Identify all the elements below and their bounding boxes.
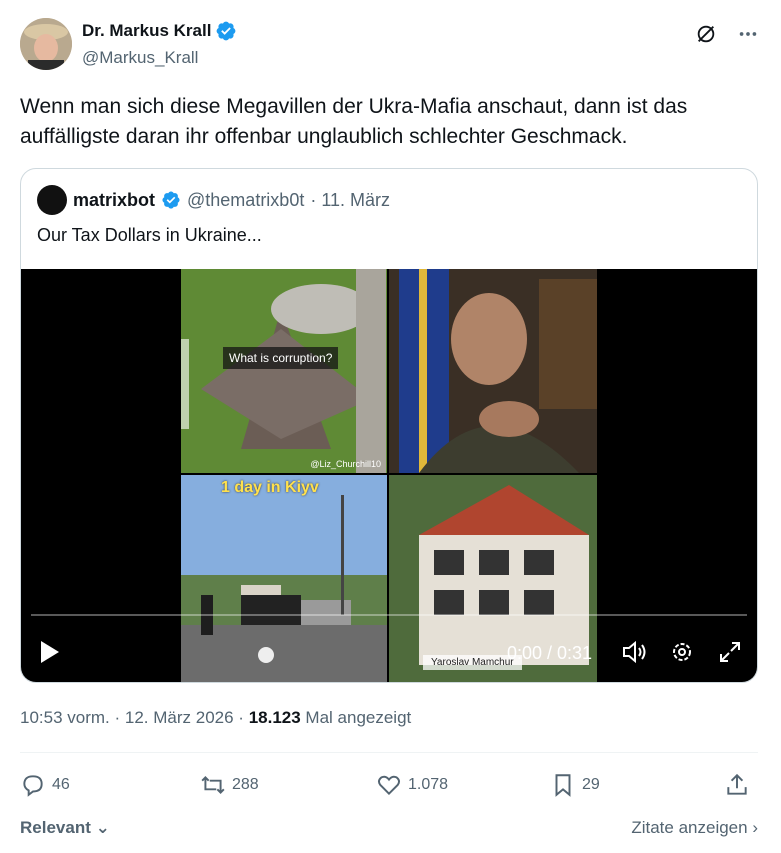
video-controls: 0:00 / 0:31 bbox=[21, 629, 757, 679]
more-options-icon[interactable] bbox=[736, 22, 760, 46]
share-icon bbox=[727, 773, 747, 795]
video-frame: What is corruption? @Liz_Churchill10 1 d… bbox=[181, 269, 597, 682]
tweet-header: Dr. Markus Krall @Markus_Krall bbox=[20, 16, 760, 72]
author-name-row[interactable]: Dr. Markus Krall bbox=[82, 20, 237, 42]
view-label: Mal angezeigt bbox=[305, 708, 412, 727]
view-count: 18.123 bbox=[248, 708, 301, 727]
quotes-label: Zitate anzeigen bbox=[631, 818, 748, 837]
quoted-date[interactable]: · 11. März bbox=[310, 190, 390, 211]
sort-dropdown[interactable]: Relevant ⌄ bbox=[20, 818, 110, 838]
bookmark-icon bbox=[555, 774, 571, 797]
view-quotes-link[interactable]: Zitate anzeigen › bbox=[631, 818, 758, 838]
tweet-text: Wenn man sich diese Megavillen der Ukra-… bbox=[20, 95, 688, 148]
video-cell-aerial: What is corruption? @Liz_Churchill10 bbox=[181, 269, 387, 473]
video-time: 0:00 / 0:31 bbox=[507, 643, 593, 663]
repost-count: 288 bbox=[232, 776, 259, 793]
play-icon[interactable] bbox=[39, 639, 61, 665]
settings-gear-icon[interactable] bbox=[669, 639, 695, 665]
video-progress-bar[interactable] bbox=[31, 614, 747, 616]
tweet-meta: 10:53 vorm. · 12. März 2026 · 18.123 Mal… bbox=[20, 708, 411, 728]
quoted-text: Our Tax Dollars in Ukraine... bbox=[37, 225, 262, 245]
action-bar: 46 288 1.078 29 bbox=[20, 772, 758, 802]
tweet-time[interactable]: 10:53 vorm. bbox=[20, 708, 110, 727]
sort-label: Relevant bbox=[20, 818, 91, 837]
chevron-right-icon: › bbox=[752, 818, 758, 837]
quoted-avatar[interactable] bbox=[37, 185, 67, 215]
reply-button[interactable]: 46 bbox=[20, 772, 70, 798]
share-button[interactable] bbox=[724, 772, 750, 798]
volume-icon[interactable] bbox=[621, 639, 647, 665]
replies-footer: Relevant ⌄ Zitate anzeigen › bbox=[20, 818, 758, 842]
chevron-down-icon: ⌄ bbox=[95, 818, 110, 837]
heart-icon bbox=[377, 775, 401, 796]
tweet-date[interactable]: · 12. März 2026 · bbox=[115, 708, 244, 727]
like-button[interactable]: 1.078 bbox=[376, 772, 448, 798]
like-count: 1.078 bbox=[408, 776, 449, 793]
grok-icon[interactable] bbox=[694, 22, 718, 46]
bookmark-button[interactable]: 29 bbox=[550, 772, 600, 798]
video-watermark: @Liz_Churchill10 bbox=[310, 459, 381, 469]
reply-icon bbox=[23, 775, 43, 797]
video-player[interactable]: What is corruption? @Liz_Churchill10 1 d… bbox=[21, 269, 757, 682]
quoted-tweet[interactable]: matrixbot @thematrixb0t · 11. März Our T… bbox=[20, 168, 758, 683]
fullscreen-icon[interactable] bbox=[717, 639, 743, 665]
verified-badge-icon bbox=[162, 191, 180, 209]
verified-badge-icon bbox=[217, 21, 236, 41]
bookmark-count: 29 bbox=[582, 776, 600, 793]
repost-icon bbox=[201, 776, 225, 794]
quoted-display-name[interactable]: matrixbot bbox=[73, 190, 155, 211]
author-display-name[interactable]: Dr. Markus Krall bbox=[82, 21, 211, 41]
video-overlay-question: What is corruption? bbox=[223, 347, 339, 369]
video-day-label: 1 day in Kiyv bbox=[221, 479, 319, 496]
divider bbox=[20, 752, 758, 753]
author-handle[interactable]: @Markus_Krall bbox=[82, 48, 237, 68]
video-cell-speaker bbox=[389, 269, 597, 473]
reply-count: 46 bbox=[52, 776, 70, 793]
quoted-handle[interactable]: @thematrixb0t bbox=[187, 190, 304, 211]
author-avatar[interactable] bbox=[20, 18, 72, 70]
repost-button[interactable]: 288 bbox=[200, 772, 259, 798]
